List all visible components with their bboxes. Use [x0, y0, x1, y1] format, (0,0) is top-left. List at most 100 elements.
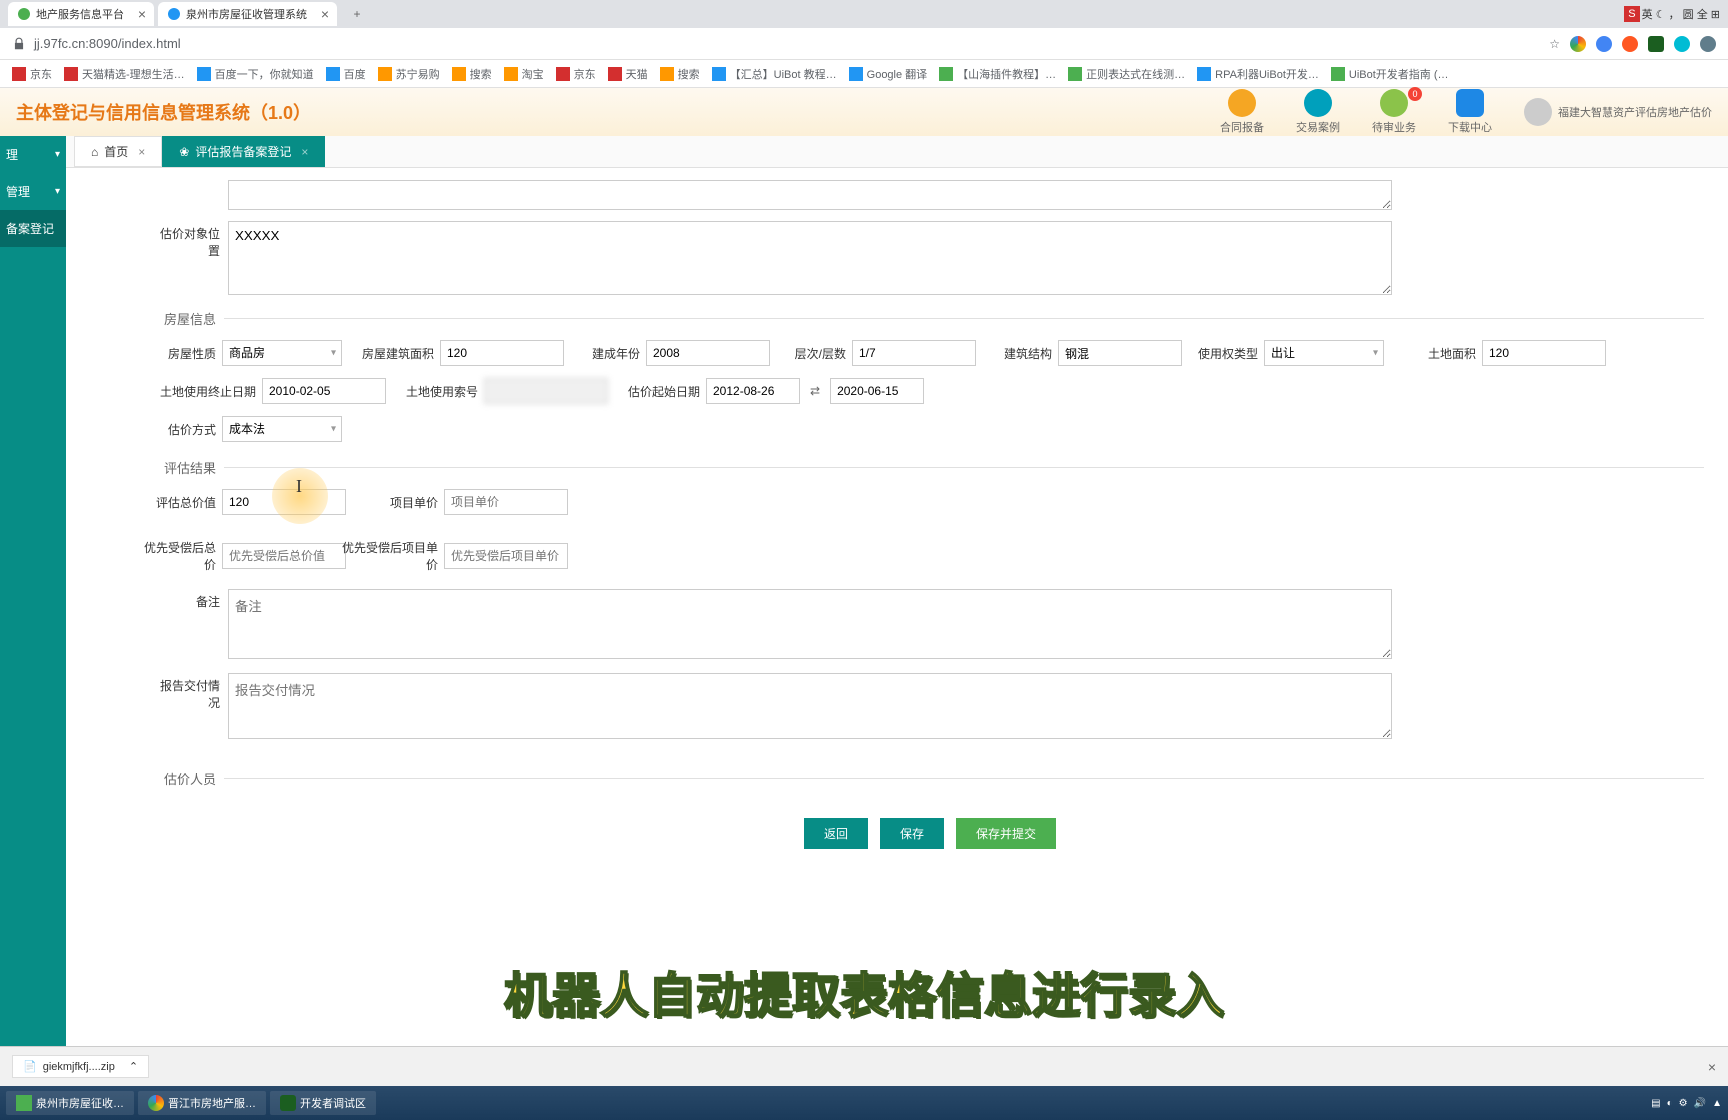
sidebar: 理▾ 管理▾ 备案登记	[0, 136, 66, 1046]
tray-icon[interactable]: ◐	[1667, 1098, 1673, 1109]
bookmark[interactable]: 百度一下，你就知道	[197, 66, 314, 82]
ext-icon[interactable]	[1648, 36, 1664, 52]
total-value-input[interactable]	[222, 489, 346, 515]
bookmark[interactable]: RPA利器UiBot开发…	[1197, 66, 1319, 82]
delivery-textarea[interactable]	[228, 673, 1392, 739]
house-type-select[interactable]: 商品房	[222, 340, 342, 366]
star-icon[interactable]: ☆	[1549, 37, 1560, 51]
save-button[interactable]: 保存	[880, 818, 944, 849]
build-area-input[interactable]	[440, 340, 564, 366]
close-icon[interactable]: ×	[138, 145, 145, 159]
tray-icon[interactable]: ▲	[1712, 1098, 1722, 1109]
structure-input[interactable]	[1058, 340, 1182, 366]
location-textarea[interactable]: XXXXX	[228, 221, 1392, 295]
label-delivery: 报告交付情况	[156, 673, 220, 711]
sidebar-item-register[interactable]: 备案登记	[0, 210, 66, 247]
bookmark[interactable]: 【山海插件教程】…	[939, 66, 1056, 82]
bookmark[interactable]: 正则表达式在线测…	[1068, 66, 1185, 82]
upper-textarea[interactable]	[228, 180, 1392, 210]
val-date-to[interactable]	[830, 378, 924, 404]
tab-register[interactable]: ❀ 评估报告备案登记 ×	[162, 136, 325, 167]
fieldset-staff: 估价人员 返回 保存 保存并提交	[156, 769, 1704, 857]
chevron-down-icon[interactable]: ⌃	[129, 1060, 138, 1073]
build-year-input[interactable]	[646, 340, 770, 366]
header-icon-contract[interactable]: 合同报备	[1220, 89, 1264, 135]
bookmark[interactable]: 搜索	[660, 66, 700, 82]
form-area: 估价对象位置 XXXXX 房屋信息 房屋性质 商品房▾ 房屋建筑面积 建成年份 …	[66, 168, 1728, 1046]
land-end-date-input[interactable]	[262, 378, 386, 404]
prior-total-input[interactable]	[222, 543, 346, 569]
tray-icon[interactable]: 🔊	[1694, 1098, 1706, 1109]
bookmark[interactable]: 淘宝	[504, 66, 544, 82]
close-icon[interactable]: ×	[321, 6, 329, 22]
remark-textarea[interactable]	[228, 589, 1392, 659]
bookmark[interactable]: 苏宁易购	[378, 66, 440, 82]
ext-icon[interactable]	[1622, 36, 1638, 52]
header-icon-cases[interactable]: 交易案例	[1296, 89, 1340, 135]
tray-icon[interactable]: ⚙	[1679, 1098, 1688, 1109]
system-tray[interactable]: ▤ ◐ ⚙ 🔊 ▲	[1651, 1098, 1722, 1109]
browser-tab-1[interactable]: 泉州市房屋征收管理系统 ×	[158, 2, 337, 26]
app-title: 主体登记与信用信息管理系统（1.0）	[16, 99, 311, 125]
land-index-input[interactable]	[484, 378, 608, 404]
back-button[interactable]: 返回	[804, 818, 868, 849]
url-text[interactable]: jj.97fc.cn:8090/index.html	[34, 36, 1541, 51]
download-bar: 📄 giekmjfkfj....zip ⌃ ×	[0, 1046, 1728, 1086]
sidebar-item[interactable]: 理▾	[0, 136, 66, 173]
bookmark[interactable]: 搜索	[452, 66, 492, 82]
close-icon[interactable]: ×	[1708, 1059, 1716, 1075]
bookmark[interactable]: 天猫	[608, 66, 648, 82]
bookmarks-bar: 京东 天猫精选-理想生活… 百度一下，你就知道 百度 苏宁易购 搜索 淘宝 京东…	[0, 60, 1728, 88]
ext-icon[interactable]	[1596, 36, 1612, 52]
header-icon-pending[interactable]: 0 待审业务	[1372, 89, 1416, 135]
val-date-from[interactable]	[706, 378, 800, 404]
bookmark[interactable]: 【汇总】UiBot 教程…	[712, 66, 837, 82]
close-icon[interactable]: ×	[138, 6, 146, 22]
download-item[interactable]: 📄 giekmjfkfj....zip ⌃	[12, 1055, 149, 1078]
home-icon: ⌂	[91, 145, 98, 159]
new-tab-button[interactable]: +	[345, 2, 369, 26]
tab-home[interactable]: ⌂ 首页 ×	[74, 136, 162, 167]
app-header: 主体登记与信用信息管理系统（1.0） 合同报备 交易案例 0 待审业务 下载中心…	[0, 88, 1728, 136]
floors-input[interactable]	[852, 340, 976, 366]
ime-indicator: S 英 ☾ ， 圆 全 ⊞	[1624, 6, 1720, 22]
browser-tab-strip: 地产服务信息平台 × 泉州市房屋征收管理系统 × + S 英 ☾ ， 圆 全 ⊞	[0, 0, 1728, 28]
header-icon-download[interactable]: 下载中心	[1448, 89, 1492, 135]
tab-title: 地产服务信息平台	[36, 6, 124, 22]
label-remark: 备注	[156, 589, 220, 610]
sidebar-item[interactable]: 管理▾	[0, 173, 66, 210]
close-icon[interactable]: ×	[301, 145, 308, 159]
lock-icon	[12, 37, 26, 51]
bookmark[interactable]: 京东	[12, 66, 52, 82]
val-method-select[interactable]: 成本法	[222, 416, 342, 442]
land-area-input[interactable]	[1482, 340, 1606, 366]
bookmark[interactable]: 百度	[326, 66, 366, 82]
ime-badge: S	[1624, 6, 1639, 22]
unit-price-input[interactable]	[444, 489, 568, 515]
browser-tab-0[interactable]: 地产服务信息平台 ×	[8, 2, 154, 26]
ext-icon[interactable]	[1674, 36, 1690, 52]
taskbar-item[interactable]: 泉州市房屋征收…	[6, 1091, 134, 1115]
bookmark[interactable]: Google 翻译	[849, 66, 928, 82]
prior-unit-input[interactable]	[444, 543, 568, 569]
tray-icon[interactable]: ▤	[1651, 1098, 1660, 1109]
tab-favicon	[168, 8, 180, 20]
taskbar-item[interactable]: 晋江市房地产服…	[138, 1091, 266, 1115]
taskbar-item[interactable]: 开发者调试区	[270, 1091, 376, 1115]
taskbar: 泉州市房屋征收… 晋江市房地产服… 开发者调试区 ▤ ◐ ⚙ 🔊 ▲	[0, 1086, 1728, 1120]
user-info[interactable]: 福建大智慧资产评估房地产估价	[1524, 98, 1712, 126]
file-icon: 📄	[23, 1060, 37, 1073]
chevron-down-icon: ▾	[55, 149, 60, 160]
ime-status: 英 ☾ ， 圆 全 ⊞	[1642, 6, 1720, 22]
chevron-down-icon: ▾	[55, 186, 60, 197]
address-bar: jj.97fc.cn:8090/index.html ☆	[0, 28, 1728, 60]
save-submit-button[interactable]: 保存并提交	[956, 818, 1056, 849]
legend-staff: 估价人员	[156, 769, 224, 788]
bookmark[interactable]: 天猫精选-理想生活…	[64, 66, 185, 82]
ext-icon[interactable]	[1570, 36, 1586, 52]
bookmark[interactable]: UiBot开发者指南 (…	[1331, 66, 1449, 82]
bookmark[interactable]: 京东	[556, 66, 596, 82]
ext-icon[interactable]	[1700, 36, 1716, 52]
fieldset-result: 评估结果 评估总价值 项目单价 优先受偿后总价 优先受偿后项目单价 备注	[156, 458, 1704, 761]
right-type-select[interactable]: 出让	[1264, 340, 1384, 366]
